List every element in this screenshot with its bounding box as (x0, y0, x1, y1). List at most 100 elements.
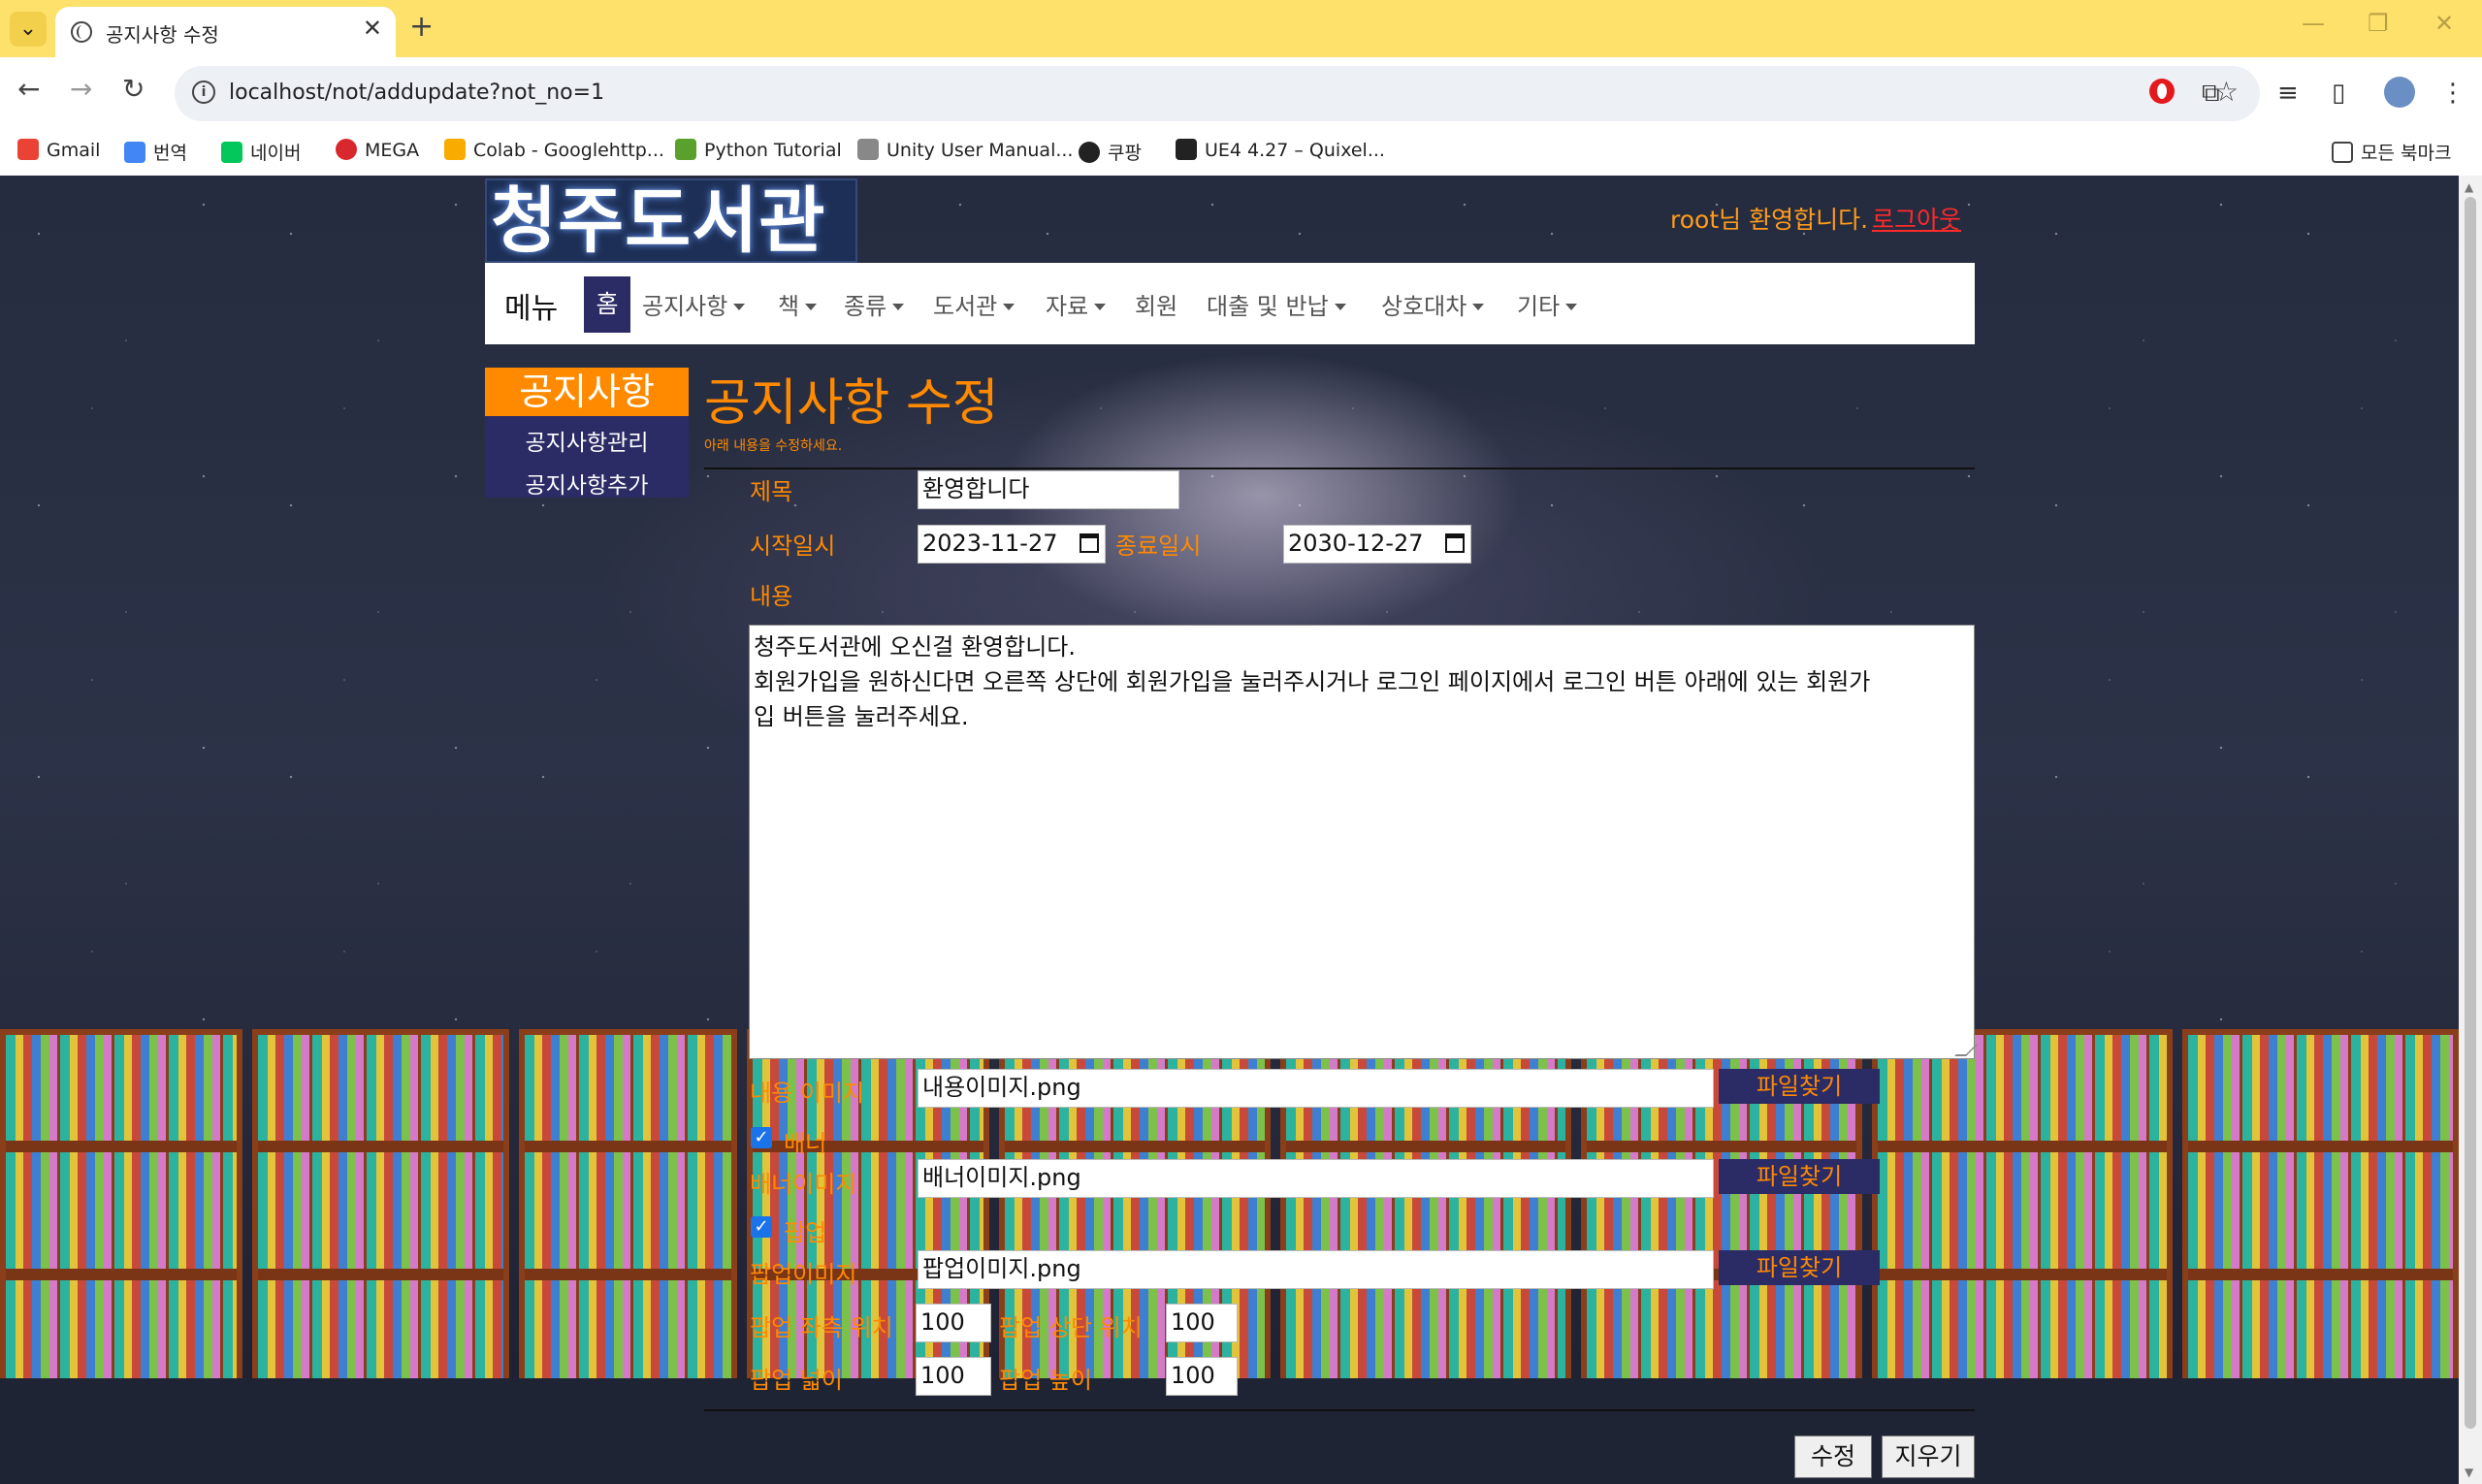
colab-icon (444, 139, 466, 160)
nav-type[interactable]: 종류 (844, 287, 905, 321)
submit-button[interactable]: 수정 (1794, 1436, 1872, 1478)
caret-down-icon (1565, 304, 1578, 310)
opera-extension-icon[interactable] (2149, 79, 2175, 104)
nav-home[interactable]: 홈 (584, 276, 630, 333)
nav-book[interactable]: 책 (778, 287, 818, 321)
banner-image-input[interactable]: 배너이미지.png (918, 1159, 1714, 1198)
nav-brand[interactable]: 메뉴 (504, 284, 558, 327)
caret-down-icon (1094, 304, 1107, 310)
caret-down-icon (1334, 304, 1346, 310)
start-date-label: 시작일시 (750, 532, 836, 560)
caret-down-icon (1472, 304, 1485, 310)
content-line: 입 버튼을 눌러주세요. (754, 703, 969, 730)
sidebar-item-notice-manage[interactable]: 공지사항관리 (485, 424, 689, 457)
calendar-icon[interactable] (1080, 533, 1099, 553)
bookmark-naver[interactable]: 네이버 (221, 139, 301, 165)
content-line: 청주도서관에 오신걸 환영합니다. (754, 633, 1077, 661)
extensions-icon[interactable]: ⧉ (2202, 79, 2220, 109)
forward-icon[interactable]: → (70, 73, 92, 105)
page-scrollbar[interactable]: ▲ ▼ (2459, 176, 2482, 1484)
url-text[interactable]: localhost/not/addupdate?not_no=1 (229, 81, 604, 105)
content-image-file-button[interactable]: 파일찾기 (1719, 1069, 1880, 1104)
media-icon[interactable]: ≡ (2277, 79, 2299, 108)
reload-icon[interactable]: ↻ (122, 73, 145, 105)
nav-library[interactable]: 도서관 (933, 287, 1015, 321)
bookmark-coupang[interactable]: 쿠팡 (1079, 139, 1142, 165)
logout-link[interactable]: 로그아웃 (1872, 201, 1961, 236)
calendar-icon[interactable] (1445, 533, 1465, 553)
welcome-text: root님 환영합니다. (1670, 206, 1869, 234)
caret-down-icon (733, 304, 746, 310)
naver-icon (221, 142, 242, 163)
more-menu-icon[interactable]: ⋮ (2440, 79, 2466, 108)
close-tab-icon[interactable]: ✕ (363, 15, 382, 42)
bookmark-mega[interactable]: MEGA (336, 139, 419, 161)
nav-resources[interactable]: 자료 (1046, 287, 1107, 321)
content-textarea[interactable]: 청주도서관에 오신걸 환영합니다. 회원가입을 원하신다면 오른쪽 상단에 회원… (749, 625, 1978, 1059)
popup-checkbox[interactable]: ✓ (751, 1216, 772, 1238)
nav-members[interactable]: 회원 (1135, 287, 1177, 321)
reset-button[interactable]: 지우기 (1882, 1436, 1975, 1478)
w3schools-icon (675, 139, 696, 160)
banner-image-file-button[interactable]: 파일찾기 (1719, 1159, 1880, 1194)
content-line: 회원가입을 원하신다면 오른쪽 상단에 회원가입을 눌러주시거나 로그인 페이지… (754, 668, 1871, 695)
back-icon[interactable]: ← (17, 73, 40, 105)
content-image-input[interactable]: 내용이미지.png (918, 1069, 1714, 1108)
all-bookmarks[interactable]: 모든 북마크 (2332, 139, 2451, 165)
bookmarks-bar: Gmail 번역 네이버 MEGA Colab - Googlehttp... … (0, 129, 2482, 177)
scrollbar-thumb[interactable] (2465, 197, 2476, 1429)
banner-checkbox[interactable]: ✓ (751, 1127, 772, 1148)
site-info-icon[interactable]: i (192, 81, 215, 104)
title-input[interactable]: 환영합니다 (918, 470, 1179, 509)
side-panel-icon[interactable]: ▯ (2332, 79, 2345, 108)
popup-image-file-button[interactable]: 파일찾기 (1719, 1250, 1880, 1285)
page-title: 공지사항 수정 (704, 374, 999, 433)
nav-interlibrary[interactable]: 상호대차 (1381, 287, 1485, 321)
globe-icon (1079, 142, 1100, 163)
sidebar-item-notice-add[interactable]: 공지사항추가 (485, 467, 689, 500)
resize-grip-icon[interactable] (1954, 1045, 1978, 1056)
scroll-up-icon[interactable]: ▲ (2465, 180, 2473, 194)
caret-down-icon (805, 304, 818, 310)
end-date-input[interactable]: 2030-12-27 (1283, 525, 1471, 564)
page-subtitle: 아래 내용을 수정하세요. (704, 438, 843, 454)
minimize-icon[interactable]: — (2302, 10, 2325, 37)
active-tab[interactable]: 공지사항 수정 ✕ (55, 7, 396, 57)
window-close-icon[interactable]: ✕ (2434, 10, 2454, 37)
bookmark-python[interactable]: Python Tutorial (675, 139, 842, 161)
popup-image-input[interactable]: 팝업이미지.png (918, 1250, 1714, 1289)
end-date-label: 종료일시 (1115, 532, 1202, 560)
popup-height-input[interactable]: 100 (1166, 1357, 1238, 1396)
profile-avatar[interactable] (2384, 77, 2415, 108)
globe-icon (71, 21, 92, 43)
popup-left-input[interactable]: 100 (916, 1304, 991, 1342)
site-logo[interactable]: 청주도서관 (485, 178, 857, 263)
popup-width-input[interactable]: 100 (916, 1357, 991, 1396)
bookmark-translate[interactable]: 번역 (124, 139, 187, 165)
tab-strip: ⌄ 공지사항 수정 ✕ + — ❐ ✕ (0, 0, 2482, 57)
bookmark-colab[interactable]: Colab - Googlehttp... (444, 139, 664, 161)
quixel-icon (1176, 139, 1197, 160)
restore-icon[interactable]: ❐ (2368, 10, 2389, 37)
translate-icon (124, 142, 145, 163)
address-bar[interactable]: i localhost/not/addupdate?not_no=1 ☆ (175, 66, 2260, 121)
divider (704, 468, 1975, 469)
caret-down-icon (892, 304, 905, 310)
caret-down-icon (1003, 304, 1015, 310)
scroll-down-icon[interactable]: ▼ (2465, 1466, 2473, 1479)
bookmark-gmail[interactable]: Gmail (17, 139, 100, 161)
nav-notice[interactable]: 공지사항 (642, 287, 746, 321)
bookmark-unity[interactable]: Unity User Manual... (857, 139, 1073, 161)
title-label: 제목 (750, 478, 793, 505)
mega-icon (336, 139, 357, 160)
banner-label: 배너 (784, 1130, 827, 1157)
divider (704, 1409, 1975, 1411)
bookmark-quixel[interactable]: UE4 4.27 – Quixel... (1176, 139, 1385, 161)
new-tab-button[interactable]: + (409, 10, 434, 44)
tab-search-button[interactable]: ⌄ (10, 12, 47, 47)
tab-title: 공지사항 수정 (106, 23, 219, 47)
nav-etc[interactable]: 기타 (1517, 287, 1578, 321)
popup-top-input[interactable]: 100 (1166, 1304, 1238, 1342)
nav-loan-return[interactable]: 대출 및 반납 (1207, 287, 1346, 321)
start-date-input[interactable]: 2023-11-27 (918, 525, 1106, 564)
